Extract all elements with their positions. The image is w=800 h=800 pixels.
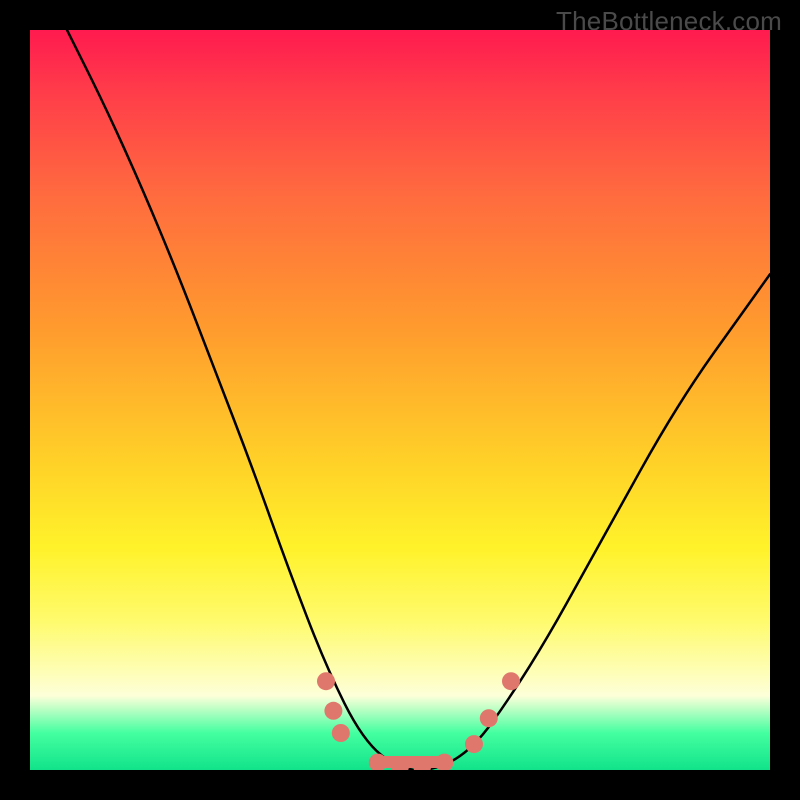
curve-path xyxy=(67,30,770,770)
curve-marker-pill xyxy=(370,756,451,768)
curve-marker xyxy=(502,672,520,690)
curve-marker xyxy=(317,672,335,690)
curve-marker xyxy=(480,709,498,727)
curve-marker xyxy=(465,735,483,753)
bottleneck-curve-line xyxy=(67,30,770,770)
curve-marker xyxy=(332,724,350,742)
curve-marker xyxy=(324,702,342,720)
chart-svg xyxy=(30,30,770,770)
chart-plot-area xyxy=(30,30,770,770)
curve-markers-group xyxy=(317,672,520,770)
